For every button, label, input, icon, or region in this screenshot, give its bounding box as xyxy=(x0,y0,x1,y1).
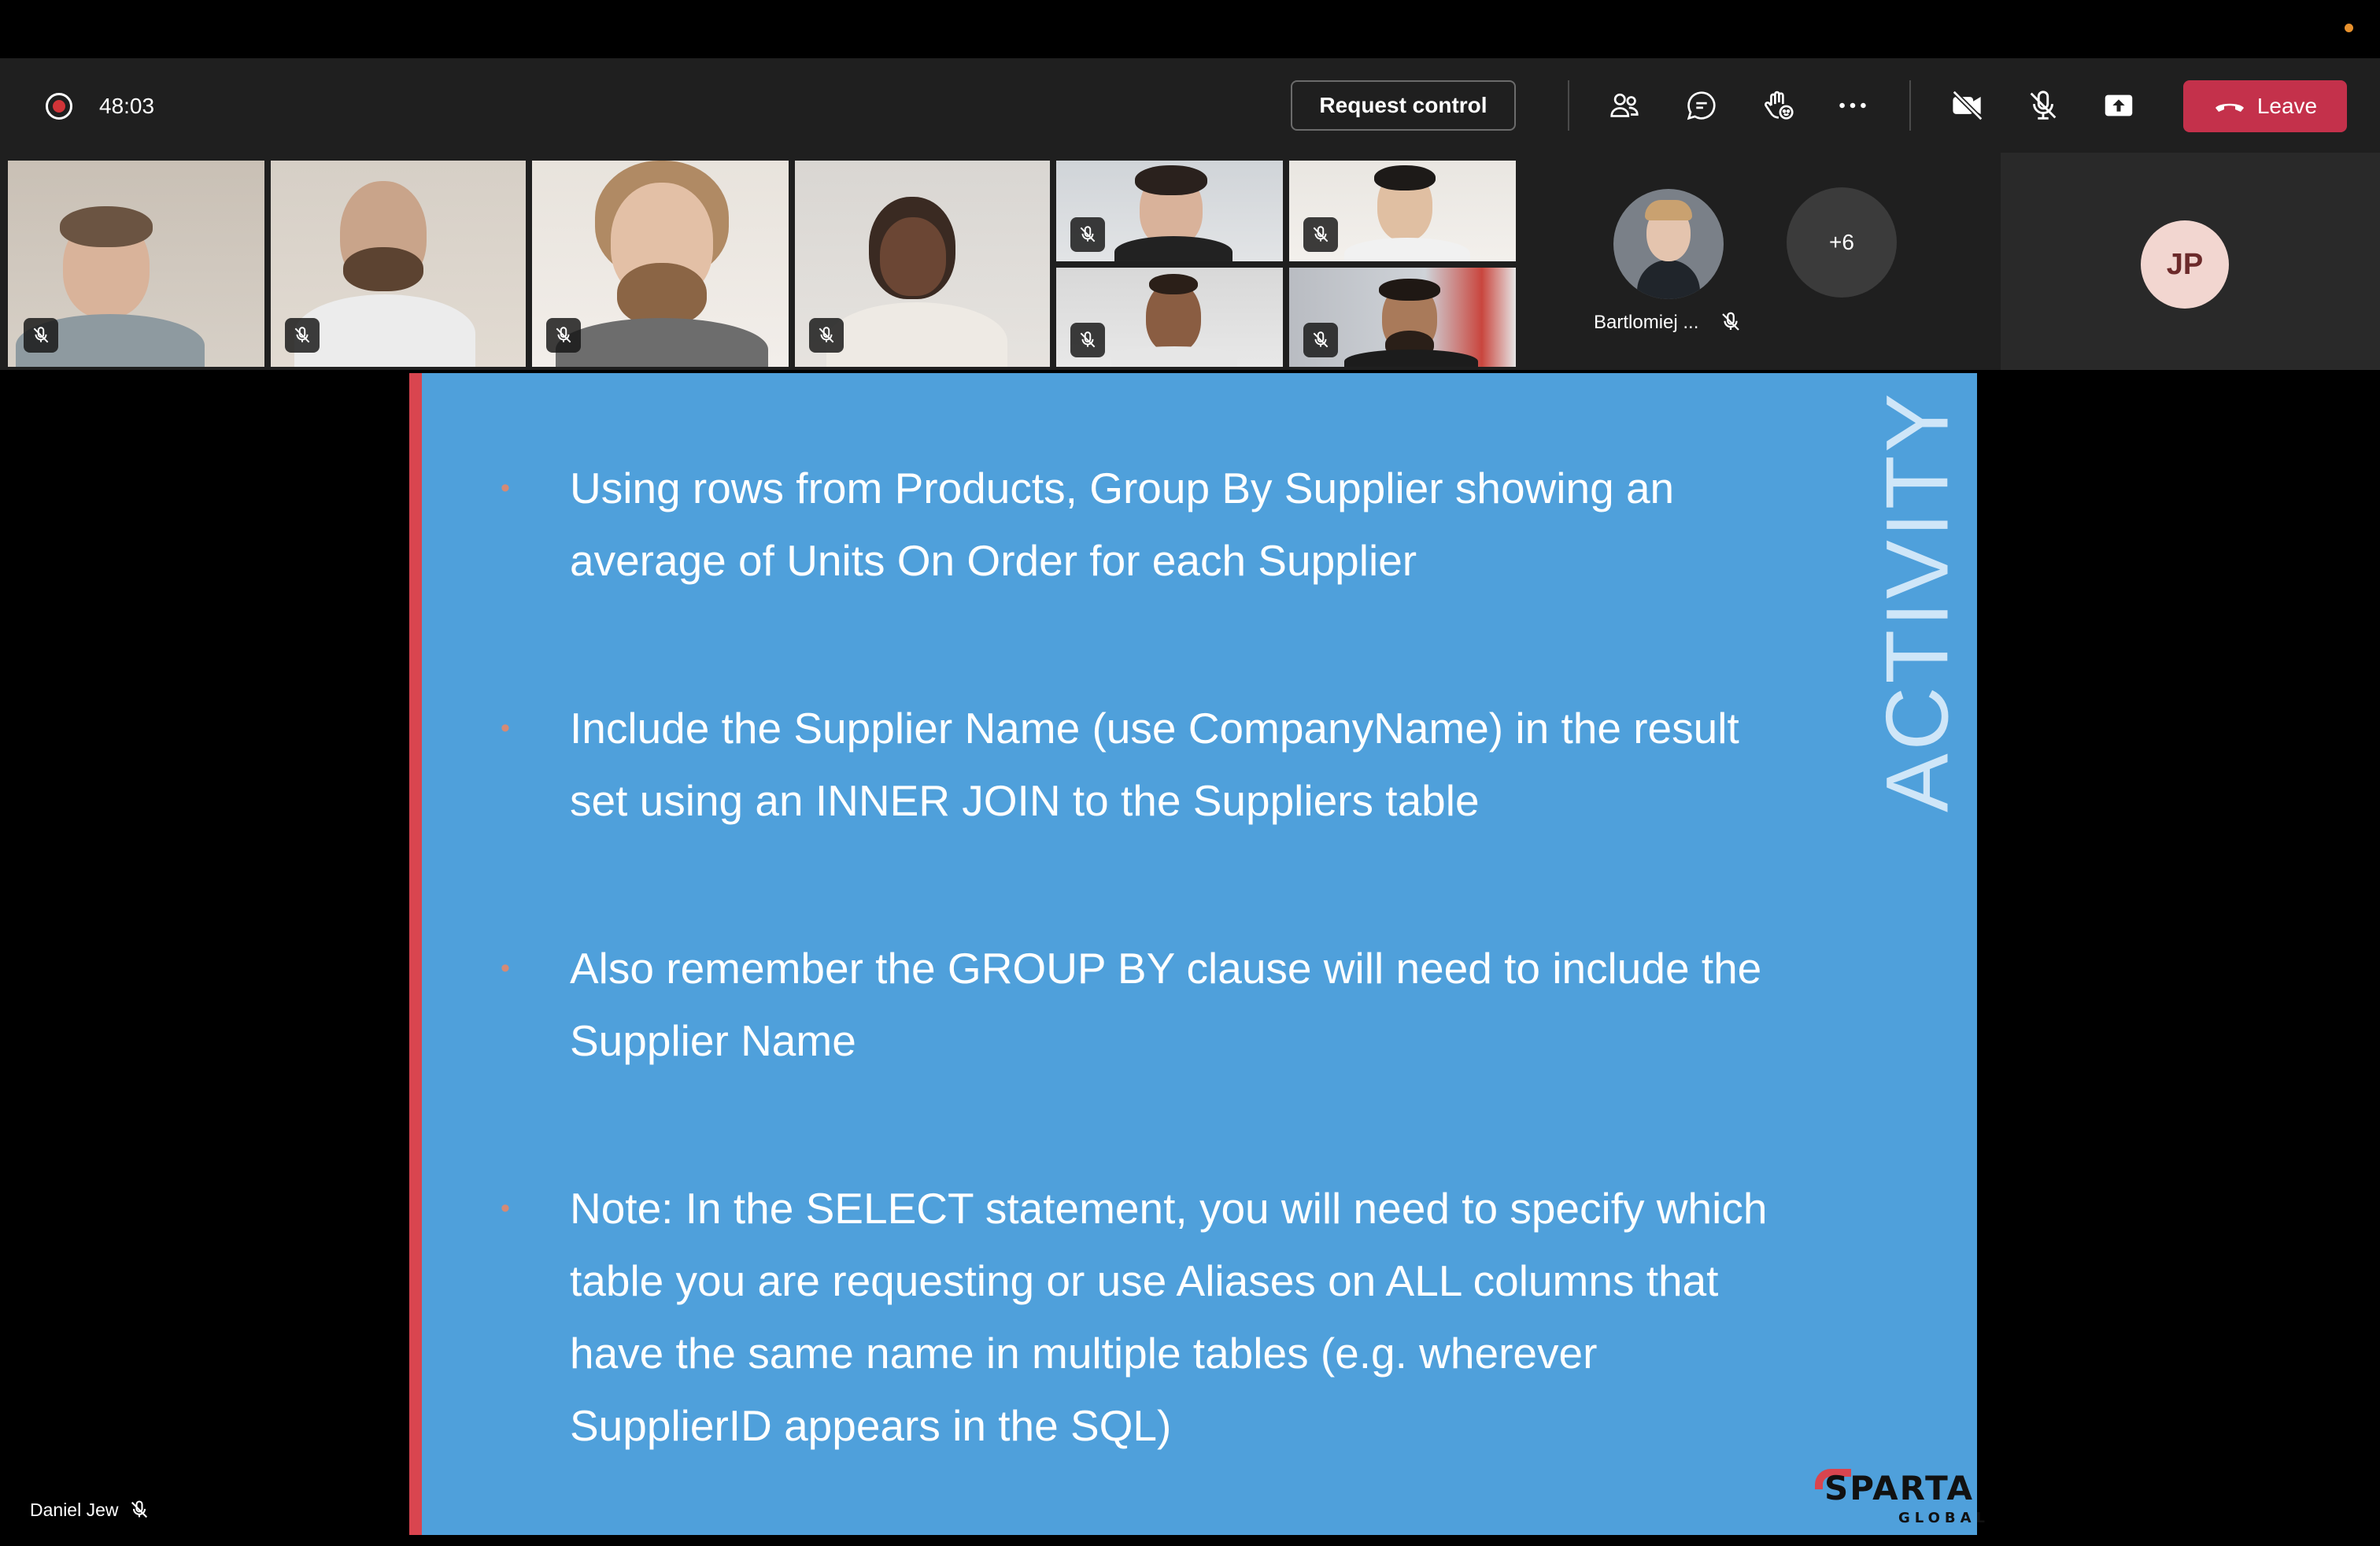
raise-hand-icon[interactable] xyxy=(1755,82,1802,129)
meeting-timer: 48:03 xyxy=(99,94,155,118)
presentation-slide: Using rows from Products, Group By Suppl… xyxy=(422,373,1985,1535)
participant-video-tile[interactable] xyxy=(8,161,264,367)
presenter-label: Daniel Jew xyxy=(30,1499,150,1521)
mic-muted-icon xyxy=(1070,323,1105,357)
participant-video-tile[interactable] xyxy=(795,161,1050,367)
slide-bullet: Include the Supplier Name (use CompanyNa… xyxy=(501,692,1791,837)
participant-video-tile[interactable] xyxy=(1056,161,1283,261)
self-avatar: JP xyxy=(2141,220,2229,309)
participant-video-tile[interactable] xyxy=(532,161,789,367)
slide-bullet: Using rows from Products, Group By Suppl… xyxy=(501,452,1791,597)
toolbar-divider xyxy=(1909,80,1911,131)
hang-up-icon xyxy=(2215,103,2244,112)
toolbar-divider xyxy=(1568,80,1569,131)
slide-bullet: Note: In the SELECT statement, you will … xyxy=(501,1172,1791,1462)
more-options-icon[interactable] xyxy=(1829,82,1876,129)
people-icon[interactable] xyxy=(1601,82,1648,129)
mic-muted-icon xyxy=(24,318,58,353)
meeting-toolbar: 48:03 Request control Leave xyxy=(0,58,2380,153)
mic-muted-icon xyxy=(1303,217,1338,252)
mic-muted-icon xyxy=(1303,323,1338,357)
mic-muted-icon xyxy=(809,318,844,353)
mic-muted-icon xyxy=(131,1500,147,1518)
participant-gallery: Bartlomiej ... +6 JP xyxy=(0,153,2380,370)
slide-accent-bar xyxy=(409,373,422,1535)
os-top-strip xyxy=(0,0,2380,58)
slide-bullet-list: Using rows from Products, Group By Suppl… xyxy=(501,452,1791,1462)
camera-off-icon[interactable] xyxy=(1944,82,1991,129)
leave-label: Leave xyxy=(2256,94,2318,118)
notification-dot xyxy=(2345,24,2353,32)
participant-video-tile[interactable] xyxy=(1289,161,1516,261)
chat-icon[interactable] xyxy=(1678,82,1725,129)
share-screen-icon[interactable] xyxy=(2095,82,2142,129)
mic-muted-icon xyxy=(546,318,581,353)
slide-side-title: ACTIVITY xyxy=(1868,390,1967,812)
mic-muted-icon xyxy=(1070,217,1105,252)
participant-video-tile[interactable] xyxy=(1289,268,1516,367)
participant-video-tile[interactable] xyxy=(271,161,526,367)
participant-avatar[interactable] xyxy=(1613,189,1724,299)
shared-screen-stage: Using rows from Products, Group By Suppl… xyxy=(8,373,2372,1535)
presenter-name: Daniel Jew xyxy=(30,1499,119,1520)
leave-button[interactable]: Leave xyxy=(2183,80,2347,132)
participant-video-tile[interactable] xyxy=(1056,268,1283,367)
logo-sub-text: GLOBAL xyxy=(1898,1510,1990,1526)
logo-main-text: SPARTA xyxy=(1824,1469,1975,1507)
mic-off-icon[interactable] xyxy=(2020,82,2067,129)
slide-bullet: Also remember the GROUP BY clause will n… xyxy=(501,932,1791,1077)
more-participants-button[interactable]: +6 xyxy=(1787,187,1897,298)
self-view: JP xyxy=(2001,153,2380,370)
recording-icon xyxy=(46,93,72,120)
mic-muted-icon xyxy=(285,318,320,353)
mic-muted-icon xyxy=(1719,310,1743,334)
sparta-global-logo: SPARTA GLOBAL xyxy=(1812,1469,1985,1530)
activity-heading: ACTIVITY xyxy=(1868,390,1967,813)
participant-name: Bartlomiej ... xyxy=(1594,312,1699,333)
request-control-button[interactable]: Request control xyxy=(1291,80,1516,131)
teams-meeting-window: 48:03 Request control Leave Bartlomiej .… xyxy=(0,0,2380,1546)
